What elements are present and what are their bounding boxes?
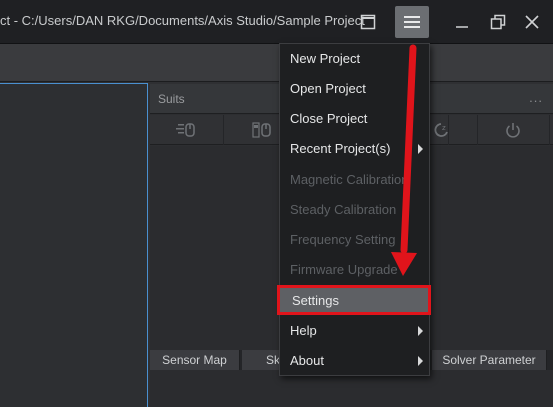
menu-item-help[interactable]: Help — [280, 316, 429, 346]
window-mode-button[interactable] — [352, 6, 384, 38]
submenu-arrow-icon — [418, 326, 423, 336]
menu-item-frequency-setting: Frequency Setting — [280, 225, 429, 255]
close-button[interactable] — [516, 6, 548, 38]
menu-item-settings[interactable]: Settings — [277, 285, 431, 315]
menu-item-label: Frequency Setting — [290, 232, 396, 247]
menu-item-open-project[interactable]: Open Project — [280, 74, 429, 104]
window-title: ct - C:/Users/DAN RKG/Documents/Axis Stu… — [0, 13, 365, 28]
minimize-button[interactable] — [446, 6, 478, 38]
menu-item-new-project[interactable]: New Project — [280, 44, 429, 74]
power-tool[interactable] — [476, 115, 550, 145]
menu-item-label: Magnetic Calibration — [290, 172, 409, 187]
menu-item-label: Steady Calibration — [290, 202, 397, 217]
suits-panel-title: Suits — [158, 92, 185, 106]
menu-item-label: Open Project — [290, 81, 366, 96]
restore-button[interactable] — [482, 6, 514, 38]
zz-sleep-icon: z — [434, 123, 448, 137]
menu-item-magnetic-calibration: Magnetic Calibration — [280, 165, 429, 195]
menu-item-label: Settings — [292, 293, 339, 308]
close-icon — [525, 15, 539, 29]
menu-item-label: About — [290, 353, 324, 368]
title-bar: ct - C:/Users/DAN RKG/Documents/Axis Stu… — [0, 0, 553, 44]
menu-item-label: Recent Project(s) — [290, 141, 391, 156]
menu-item-close-project[interactable]: Close Project — [280, 104, 429, 134]
axis-studio-window: ct - C:/Users/DAN RKG/Documents/Axis Stu… — [0, 0, 553, 407]
toolbar-strip — [0, 44, 553, 82]
restore-icon — [490, 14, 506, 30]
sensor-list-tool[interactable] — [150, 115, 224, 145]
sensor-calibrate-icon — [251, 122, 271, 138]
menu-item-label: Firmware Upgrade — [290, 262, 398, 277]
tab-sk[interactable]: Sk — [242, 350, 282, 370]
more-options-icon[interactable]: ... — [529, 90, 543, 105]
3d-viewport[interactable] — [0, 83, 148, 407]
main-menu-button[interactable] — [395, 6, 429, 38]
main-dropdown-menu: New Project Open Project Close Project R… — [277, 43, 431, 376]
menu-item-steady-calibration: Steady Calibration — [280, 195, 429, 225]
hamburger-menu-icon — [404, 16, 420, 28]
submenu-arrow-icon — [418, 356, 423, 366]
power-icon — [505, 123, 520, 138]
menu-item-about[interactable]: About — [280, 346, 429, 376]
menu-item-recent-projects[interactable]: Recent Project(s) — [280, 134, 429, 164]
menu-item-label: Close Project — [290, 111, 368, 126]
minimize-icon — [456, 26, 468, 28]
menu-item-label: Help — [290, 323, 317, 338]
tab-sensor-map[interactable]: Sensor Map — [150, 350, 240, 370]
window-icon — [360, 14, 376, 30]
menu-item-firmware-upgrade: Firmware Upgrade — [280, 255, 429, 285]
sensor-list-icon — [175, 123, 195, 137]
tab-solver-parameter[interactable]: Solver Parameter — [432, 350, 547, 370]
submenu-arrow-icon — [418, 144, 423, 154]
svg-text:z: z — [442, 124, 446, 132]
menu-item-label: New Project — [290, 51, 361, 66]
